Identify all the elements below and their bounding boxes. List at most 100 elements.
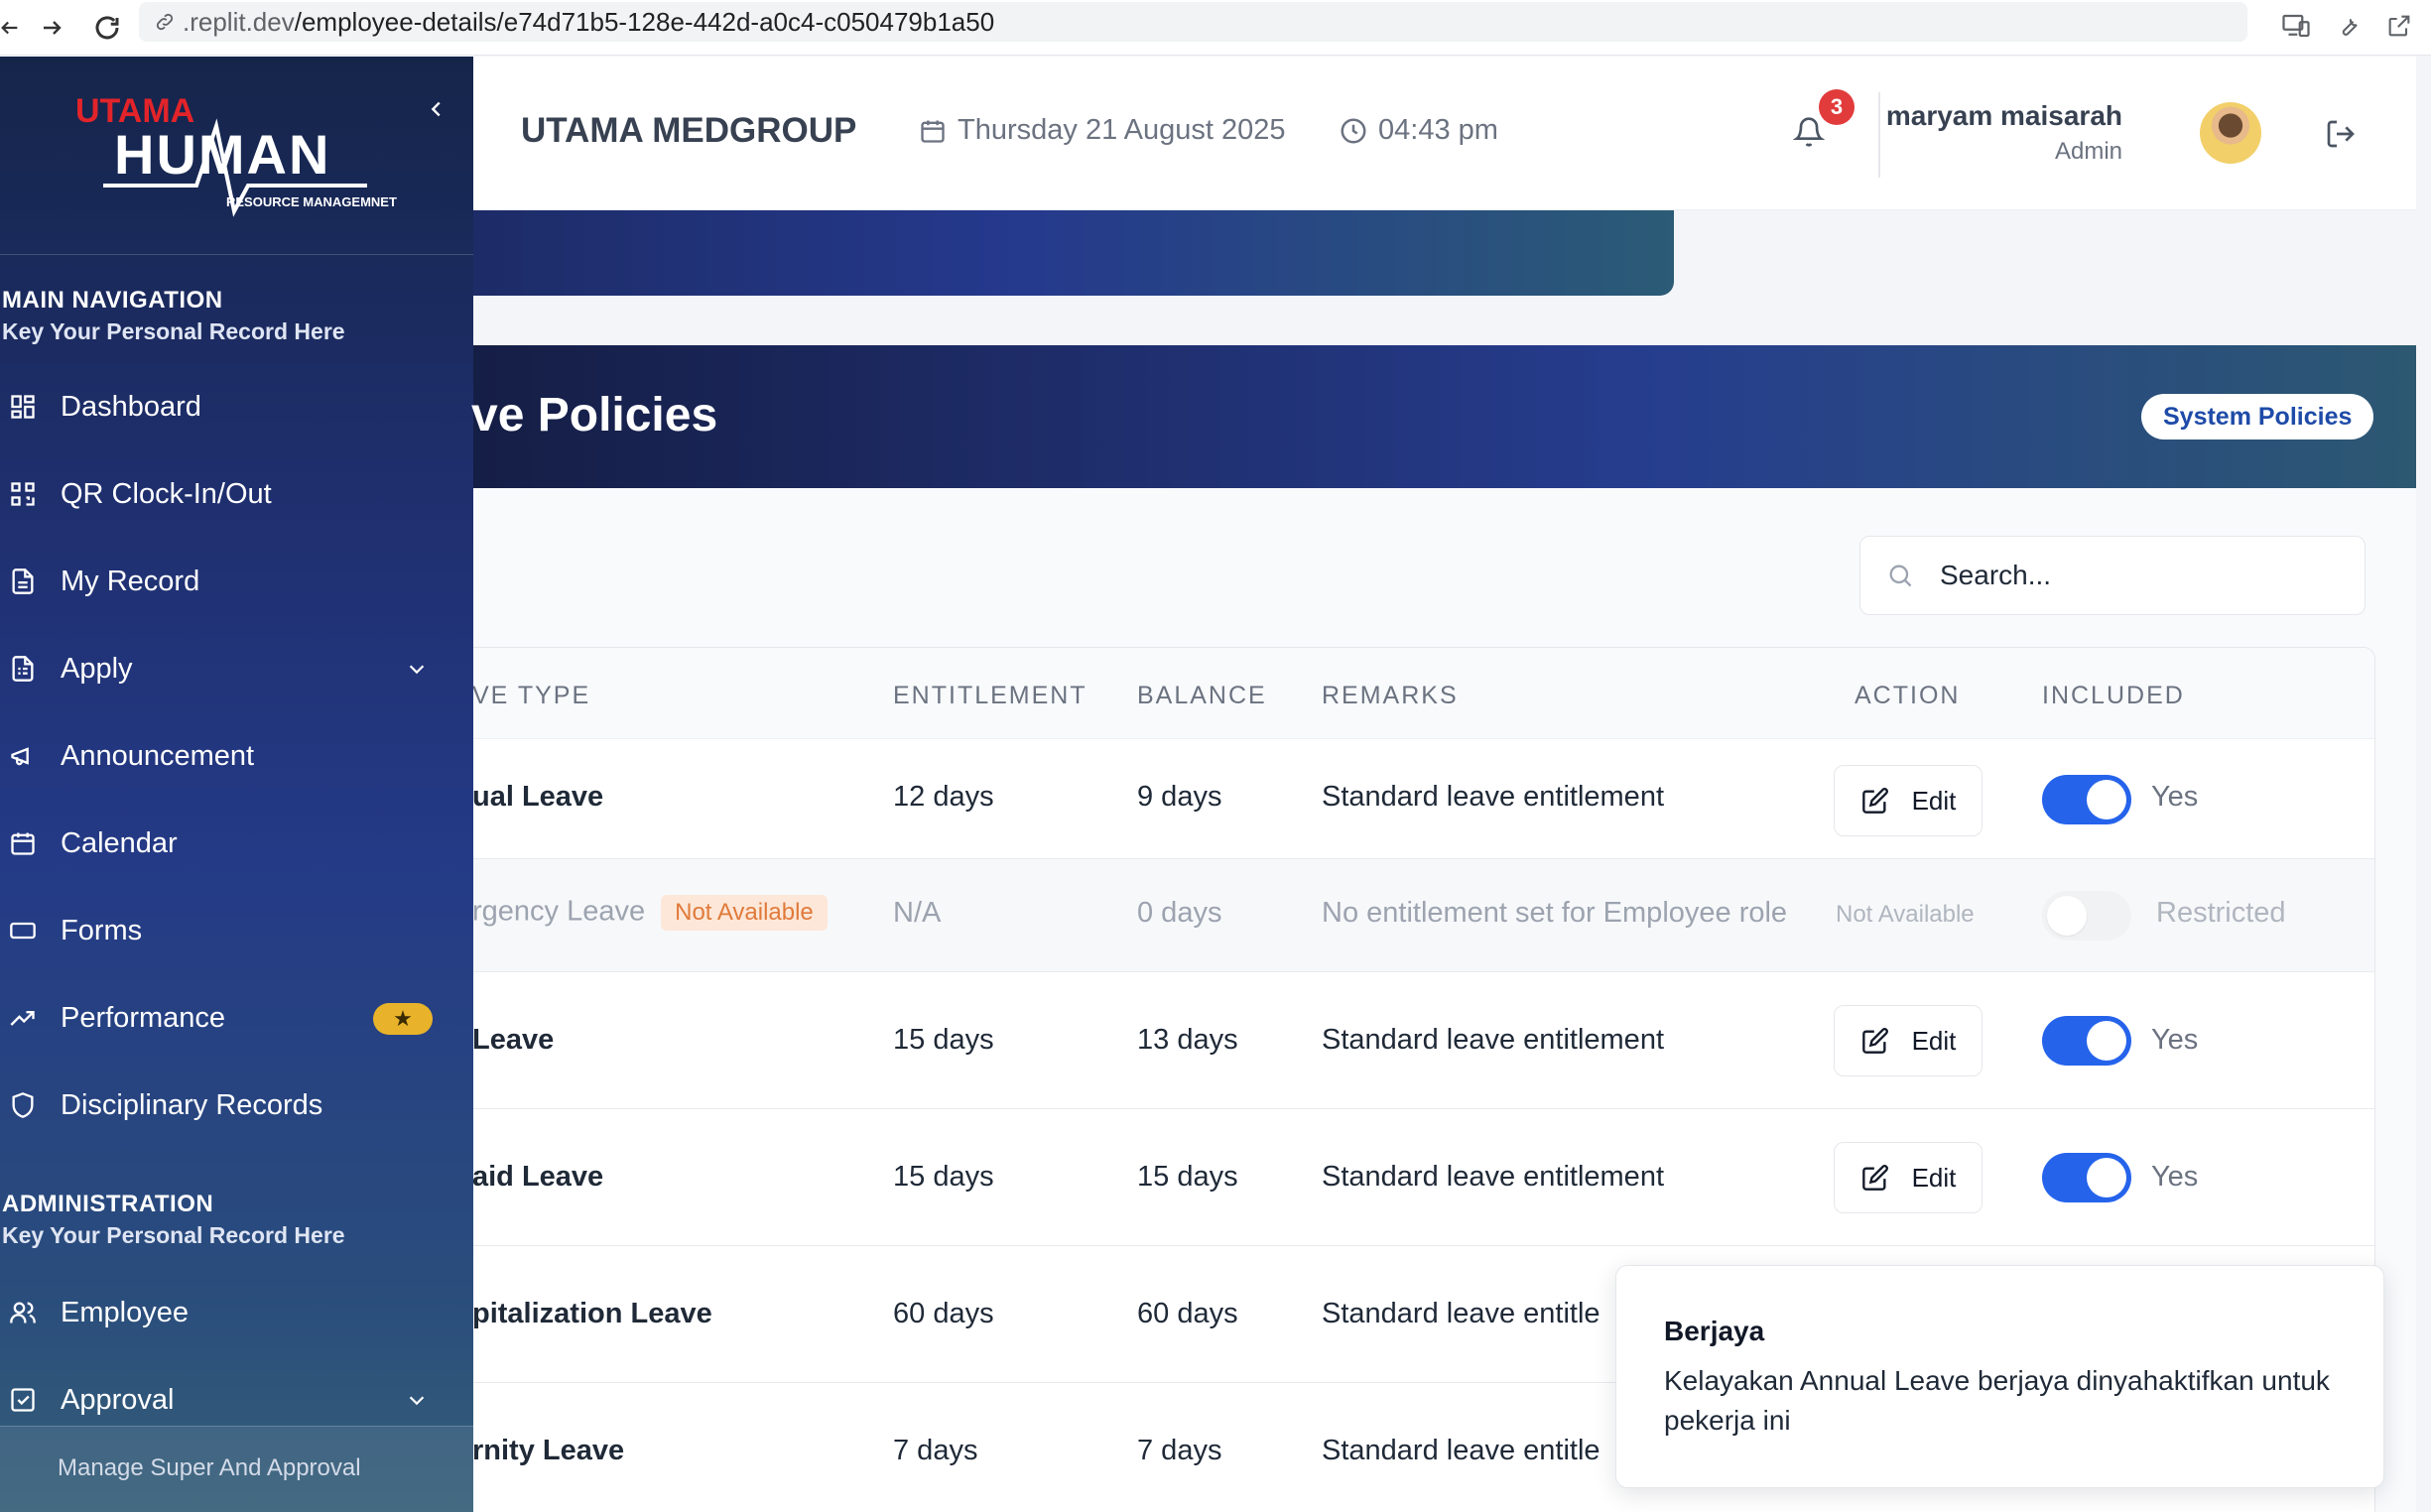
calendar-icon [918,116,948,146]
remarks-cell: Standard leave entitlement [1322,781,1664,813]
trend-icon [8,1003,38,1033]
main-nav-subtitle: Key Your Personal Record Here [2,318,345,344]
sidebar-item-apply[interactable]: Apply [0,625,473,712]
devices-icon[interactable] [2276,6,2316,46]
browser-toolbar: .replit.dev/employee-details/e74d71b5-12… [0,0,2431,56]
entitlement-cell: N/A [893,897,942,929]
url-domain: .replit.dev [183,6,295,37]
sidebar-item-employee[interactable]: Employee [0,1269,473,1356]
date-text: Thursday 21 August 2025 [958,114,1286,146]
megaphone-icon [8,741,38,771]
included-label: Yes [2151,781,2199,813]
included-label: Yes [2151,1024,2199,1056]
remarks-cell: No entitlement set for Employee role [1322,897,1788,929]
balance-cell: 15 days [1137,1161,1238,1193]
sidebar-item-dashboard[interactable]: Dashboard [0,363,473,450]
clock-icon [1339,116,1368,146]
top-header: UTAMA MEDGROUP Thursday 21 August 2025 0… [473,57,2416,210]
forward-arrow-icon[interactable] [32,8,71,48]
sidebar-item-calendar[interactable]: Calendar [0,800,473,887]
header-date: Thursday 21 August 2025 [918,114,1286,147]
header-divider [1878,92,1880,178]
included-toggle[interactable] [2042,1016,2131,1066]
included-toggle[interactable] [2042,1153,2131,1202]
logout-icon[interactable] [2321,114,2361,154]
sidebar-item-label: Calendar [61,826,178,859]
star-badge: ★ [373,1003,433,1035]
address-bar[interactable]: .replit.dev/employee-details/e74d71b5-12… [139,2,2247,42]
leave-type-cell: pitalization Leave [473,1298,712,1329]
main-nav-heading: MAIN NAVIGATION Key Your Personal Record… [0,287,345,345]
leave-type-cell: rgency Leave Not Available [473,895,828,931]
leave-type-cell: Leave [473,1024,555,1056]
edit-button[interactable]: Edit [1834,1142,1983,1213]
included-toggle[interactable] [2042,775,2131,824]
sidebar-item-label: Approval [61,1383,175,1416]
back-arrow-icon[interactable] [0,8,30,48]
remarks-cell: Standard leave entitle [1322,1298,1600,1329]
sidebar-item-label: My Record [61,565,200,597]
edit-button[interactable]: Edit [1834,1005,1983,1076]
sidebar-item-label: Employee [61,1296,189,1328]
user-role: Admin [2054,138,2122,165]
table-row: ual Leave 12 days 9 days Standard leave … [473,739,2374,859]
user-name: maryam maisarah [1885,100,2122,131]
check-square-icon [8,1385,38,1415]
search-box[interactable] [1859,536,2366,615]
edit-button[interactable]: Edit [1834,765,1983,836]
wrench-icon[interactable] [2328,6,2367,46]
sidebar-item-label: Performance [61,1001,226,1034]
open-external-icon[interactable] [2379,6,2419,46]
balance-cell: 13 days [1137,1024,1238,1056]
table-header: VE TYPE ENTITLEMENT BALANCE REMARKS ACTI… [473,648,2374,739]
sidebar-item-label: Forms [61,914,143,946]
table-row: rgency Leave Not Available N/A 0 days No … [473,859,2374,972]
card-icon [8,916,38,945]
sidebar: UTAMA HUMAN RESOURCE MANAGEMNET MAIN NAV… [0,57,473,1512]
sidebar-footer-link[interactable]: Manage Super And Approval [0,1426,473,1512]
leave-type-cell: aid Leave [473,1161,604,1193]
column-remarks: REMARKS [1322,682,1459,709]
sidebar-item-label: Disciplinary Records [61,1088,323,1121]
collapse-chevron-icon[interactable] [422,94,451,124]
chevron-down-icon[interactable] [402,654,432,684]
system-policies-button[interactable]: System Policies [2141,394,2374,440]
included-label: Restricted [2156,897,2286,929]
sidebar-item-my-record[interactable]: My Record [0,538,473,625]
sidebar-item-label: Announcement [61,739,255,772]
reload-icon[interactable] [87,8,127,48]
entitlement-cell: 12 days [893,781,994,813]
sidebar-item-qr-clock[interactable]: QR Clock-In/Out [0,450,473,538]
sidebar-item-performance[interactable]: Performance ★ [0,974,473,1062]
sidebar-item-label: Apply [61,652,133,685]
action-not-available: Not Available [1836,901,1975,928]
toggle-knob [2087,1021,2126,1061]
remarks-cell: Standard leave entitle [1322,1435,1600,1466]
avatar[interactable] [2200,102,2261,164]
chevron-down-icon[interactable] [402,1385,432,1415]
sidebar-item-forms[interactable]: Forms [0,887,473,974]
included-label: Yes [2151,1161,2199,1193]
table-row: Leave 15 days 13 days Standard leave ent… [473,972,2374,1109]
form-icon [8,654,38,684]
search-input[interactable] [1940,560,2337,591]
edit-label: Edit [1911,1162,1957,1193]
edit-label: Edit [1911,785,1957,816]
sidebar-item-announcement[interactable]: Announcement [0,712,473,800]
balance-cell: 0 days [1137,897,1222,929]
remarks-cell: Standard leave entitlement [1322,1024,1664,1056]
users-icon [8,1298,38,1327]
balance-cell: 7 days [1137,1435,1222,1466]
toggle-knob [2047,896,2087,936]
entitlement-cell: 15 days [893,1161,994,1193]
success-toast[interactable]: Berjaya Kelayakan Annual Leave berjaya d… [1615,1265,2384,1488]
logo-area: UTAMA HUMAN RESOURCE MANAGEMNET [0,57,473,255]
toggle-knob [2087,780,2126,819]
sidebar-item-disciplinary[interactable]: Disciplinary Records [0,1062,473,1149]
entitlement-cell: 60 days [893,1298,994,1329]
logo-line-3: RESOURCE MANAGEMNET [226,194,397,209]
url-path: /employee-details/e74d71b5-128e-442d-a0c… [294,6,995,37]
leave-policies-header: ve Policies System Policies [471,345,2416,488]
table-row: aid Leave 15 days 15 days Standard leave… [473,1109,2374,1246]
column-action: ACTION [1855,682,1961,709]
